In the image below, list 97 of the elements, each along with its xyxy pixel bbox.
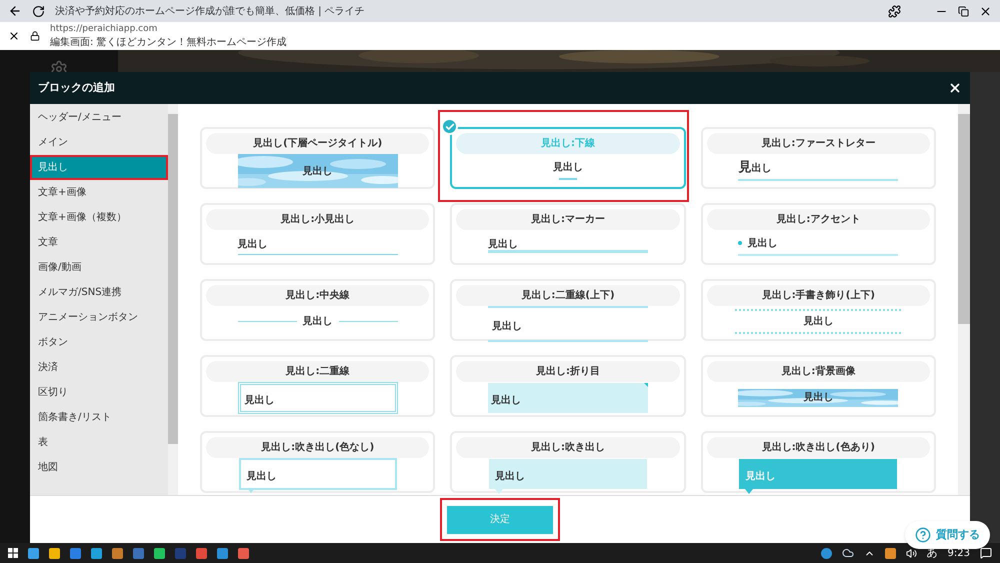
- block-option[interactable]: 見出し:折り目 見出し: [450, 355, 686, 417]
- category-item[interactable]: 見出し: [30, 155, 168, 180]
- fold-corner-icon: [644, 382, 648, 386]
- category-item[interactable]: 画像/動画: [30, 255, 168, 280]
- app-icon[interactable]: [91, 548, 102, 558]
- category-item[interactable]: メルマガ/SNS連携: [30, 280, 168, 305]
- app-icon[interactable]: [884, 548, 896, 558]
- block-title: 見出し:ファーストレター: [706, 133, 930, 154]
- scrollbar[interactable]: [958, 104, 970, 495]
- heading-sample: 見出し: [745, 470, 776, 482]
- block-title: 見出し:二重線(上下): [456, 285, 680, 306]
- reload-icon[interactable]: [32, 4, 45, 18]
- category-item[interactable]: ヘッダー/メニュー: [30, 105, 168, 130]
- heading-sample: 見出し: [492, 321, 522, 332]
- block-option[interactable]: 見出し:ファーストレター 見出し: [700, 127, 936, 189]
- block-title: 見出し:吹き出し(色なし): [206, 437, 430, 458]
- heading-sample: 見出し: [803, 390, 834, 405]
- dialog-title: ブロックの追加: [38, 80, 115, 96]
- category-item[interactable]: 文章+画像: [30, 180, 168, 205]
- block-title: 見出し:二重線: [206, 361, 430, 382]
- app-icon[interactable]: [70, 548, 81, 558]
- block-option[interactable]: 見出し:下線 見出し: [450, 127, 686, 189]
- block-option[interactable]: 見出し:二重線 見出し: [200, 355, 436, 417]
- heading-sample: 見出し: [302, 164, 333, 178]
- category-item[interactable]: ボタン: [30, 330, 168, 355]
- block-option[interactable]: 見出し:アクセント 見出し: [700, 203, 936, 265]
- block-option[interactable]: 見出し:マーカー 見出し: [450, 203, 686, 265]
- block-option[interactable]: 見出し(下層ページタイトル) 見出し: [200, 127, 436, 189]
- restore-icon[interactable]: [958, 6, 969, 16]
- app-icon[interactable]: [154, 548, 165, 558]
- block-title: 見出し:手書き飾り(上下): [706, 285, 930, 306]
- app-icon[interactable]: [217, 548, 228, 558]
- app-icon[interactable]: [238, 548, 249, 558]
- notification-icon[interactable]: [980, 547, 992, 559]
- category-item[interactable]: 表: [30, 430, 168, 455]
- heading-sample: 見出し: [302, 314, 333, 329]
- heading-sample: 見出し: [490, 394, 521, 406]
- heading-sample: 見出し: [803, 314, 834, 329]
- category-item[interactable]: 区切り: [30, 380, 168, 405]
- category-item[interactable]: アニメーションボタン: [30, 305, 168, 330]
- heading-sample: 見出し: [552, 160, 583, 174]
- app-icon[interactable]: [820, 548, 832, 558]
- heading-sample: 見出し: [244, 395, 275, 406]
- app-icon[interactable]: [49, 548, 60, 558]
- block-title: 見出し:吹き出し: [456, 437, 680, 458]
- block-title: 見出し(下層ページタイトル): [206, 133, 430, 154]
- rule-line: [238, 321, 297, 322]
- block-option[interactable]: 見出し:二重線(上下) 見出し: [450, 279, 686, 341]
- category-item[interactable]: メイン: [30, 130, 168, 155]
- block-option[interactable]: 見出し:吹き出し(色なし) 見出し: [200, 431, 436, 493]
- block-title: 見出し:吹き出し(色あり): [706, 437, 930, 458]
- block-option[interactable]: 見出し:小見出し 見出し: [200, 203, 436, 265]
- extensions-icon[interactable]: [888, 4, 901, 18]
- bubble-tail-icon: [246, 488, 255, 493]
- category-item[interactable]: 文章: [30, 230, 168, 255]
- bubble-tail-icon: [745, 488, 754, 494]
- category-item[interactable]: 文章+画像（複数）: [30, 205, 168, 230]
- close-icon[interactable]: [8, 30, 20, 42]
- scrollbar[interactable]: [168, 104, 178, 495]
- block-title: 見出し:折り目: [456, 361, 680, 382]
- underline: [558, 178, 577, 180]
- help-icon: [915, 527, 931, 543]
- block-title: 見出し:マーカー: [456, 209, 680, 230]
- heading-sample: 見出し: [488, 238, 519, 250]
- category-item[interactable]: 箇条書き/リスト: [30, 405, 168, 430]
- close-icon[interactable]: [948, 81, 962, 95]
- block-option[interactable]: 見出し:背景画像 見出し: [700, 355, 936, 417]
- lock-icon: [30, 31, 40, 41]
- block-title: 見出し:アクセント: [706, 209, 930, 230]
- block-title: 見出し:下線: [456, 133, 680, 154]
- heading-sample: 見出し: [238, 238, 269, 252]
- block-title: 見出し:中央線: [206, 285, 430, 306]
- rule-line: [338, 321, 398, 322]
- category-item[interactable]: 決済: [30, 355, 168, 380]
- app-icon[interactable]: [196, 548, 207, 558]
- block-option[interactable]: 見出し:手書き飾り(上下) 見出し: [700, 279, 936, 341]
- windows-logo-icon[interactable]: [8, 548, 18, 558]
- app-icon[interactable]: [112, 548, 123, 558]
- close-icon[interactable]: [979, 4, 992, 18]
- back-icon[interactable]: [8, 4, 22, 18]
- page-title: 編集画面: 驚くほどカンタン！無料ホームページ作成: [50, 36, 287, 49]
- page-tab-title: 決済や予約対応のホームページ作成が誰でも簡単、低価格 | ペライチ: [55, 4, 365, 18]
- block-option[interactable]: 見出し:吹き出し 見出し: [450, 431, 686, 493]
- heading-sample: 見出し: [747, 236, 778, 250]
- heading-sample: 見出し: [738, 159, 772, 178]
- heading-sample: 見出し: [246, 471, 277, 482]
- block-title: 見出し:小見出し: [206, 209, 430, 230]
- cloud-icon[interactable]: [842, 547, 854, 559]
- block-option[interactable]: 見出し:中央線 見出し: [200, 279, 436, 341]
- block-title: 見出し:背景画像: [706, 361, 930, 382]
- heading-sample: 見出し: [494, 470, 525, 482]
- speaker-icon[interactable]: [906, 548, 917, 558]
- block-option[interactable]: 見出し:吹き出し(色あり) 見出し: [700, 431, 936, 493]
- category-item[interactable]: 地図: [30, 455, 168, 480]
- app-icon[interactable]: [28, 548, 39, 558]
- url-text: https://peraichiapp.com: [50, 23, 158, 36]
- bubble-tail-icon: [494, 488, 503, 494]
